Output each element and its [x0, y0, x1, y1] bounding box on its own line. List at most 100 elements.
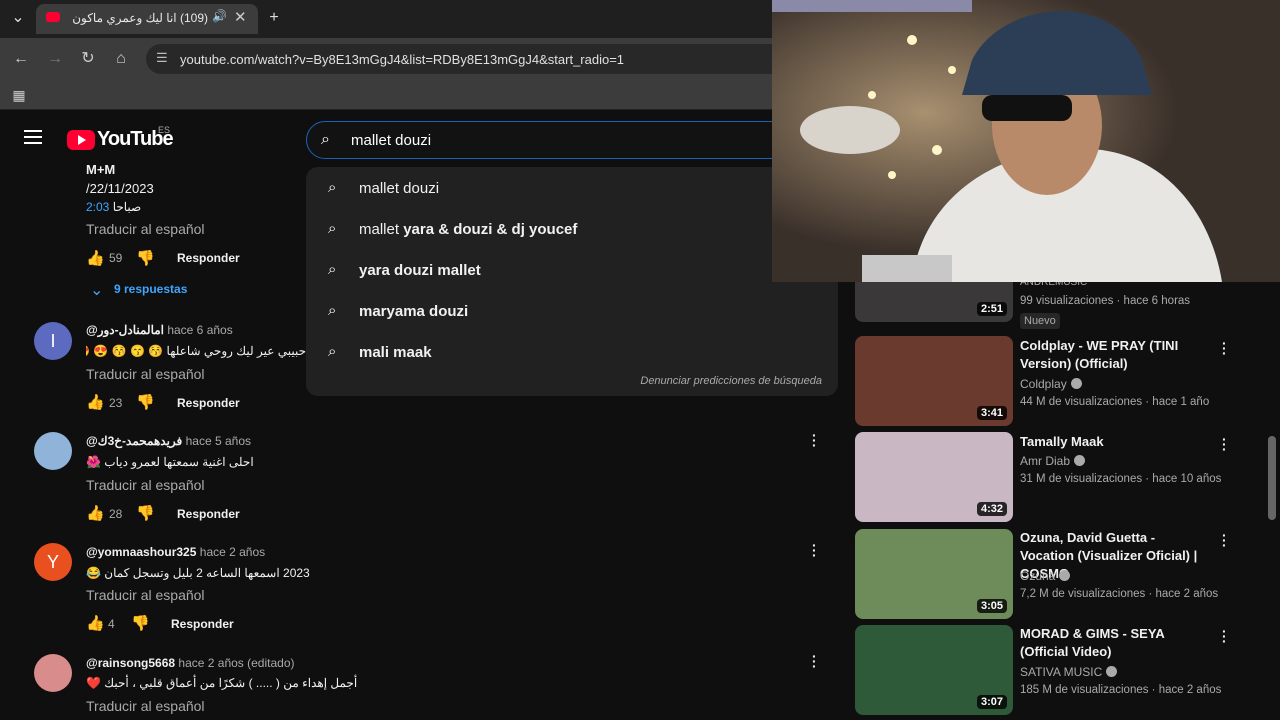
youtube-favicon-icon — [46, 12, 60, 22]
dislike-icon[interactable]: 👎 — [136, 249, 155, 267]
avatar[interactable]: I — [34, 322, 72, 360]
dislike-icon[interactable]: 👎 — [131, 614, 150, 632]
avatar[interactable] — [34, 654, 72, 692]
reply-button[interactable]: Responder — [177, 396, 240, 410]
video-duration: 3:41 — [976, 406, 1007, 420]
suggestion-item[interactable]: ⌕ mallet douzi — [306, 169, 838, 209]
chevron-down-icon[interactable]: ⌄ — [90, 280, 103, 300]
new-tab-icon[interactable]: + — [262, 6, 286, 30]
dislike-icon[interactable]: 👎 — [136, 504, 155, 522]
translate-link[interactable]: Traducir al español — [86, 221, 205, 237]
video-channel[interactable]: SATIVA MUSIC — [1020, 665, 1118, 679]
more-actions-icon[interactable]: · · · — [1222, 336, 1227, 360]
suggestion-item[interactable]: ⌕ yara douzi mallet — [306, 251, 838, 291]
speaker-icon[interactable]: 🔊 — [212, 9, 227, 23]
comment-text: 2023 اسمعها الساعه 2 بليل وتسجل كمان 😂 — [86, 566, 310, 580]
search-value: mallet douzi — [351, 132, 432, 149]
video-thumbnail[interactable]: 3:07 — [855, 625, 1013, 715]
avatar[interactable] — [34, 432, 72, 470]
video-title[interactable]: Coldplay - WE PRAY (TINI Version) (Offic… — [1020, 337, 1210, 373]
tab-title: (109) انا ليك وعمري ماكون ليا — [68, 11, 208, 25]
search-suggestions: ⌕ mallet douzi ⌕ mallet yara & douzi & d… — [306, 167, 838, 396]
dislike-icon[interactable]: 👎 — [136, 393, 155, 411]
video-duration: 2:51 — [976, 302, 1007, 316]
search-input[interactable]: ⌕ mallet douzi — [306, 121, 786, 159]
comment-author[interactable]: @امالمنادل-دور — [86, 323, 164, 337]
comment-author[interactable]: @yomnaashour325 — [86, 545, 196, 559]
video-meta: 99 visualizaciones · hace 6 horas — [1020, 295, 1191, 307]
site-info-icon[interactable]: ☰ — [156, 50, 168, 66]
youtube-logo-icon[interactable] — [67, 130, 95, 150]
comment-text: أجمل إهداء من ( ..... ) شكرًا من أعماق ق… — [86, 676, 358, 690]
scrollbar[interactable] — [1268, 436, 1276, 520]
video-channel[interactable]: Ozuna — [1020, 569, 1071, 583]
forward-icon[interactable]: → — [44, 48, 66, 70]
search-icon: ⌕ — [328, 302, 337, 319]
home-icon[interactable]: ⌂ — [110, 48, 132, 70]
more-actions-icon[interactable]: · · · — [812, 538, 817, 562]
verified-icon — [1070, 378, 1082, 389]
search-icon: ⌕ — [328, 179, 337, 196]
avatar[interactable]: Y — [34, 543, 72, 581]
like-icon[interactable]: 👍 — [86, 614, 105, 632]
comment-time[interactable]: hace 2 años (editado) — [178, 656, 294, 670]
video-duration: 3:05 — [976, 599, 1007, 613]
report-predictions-link[interactable]: Denunciar predicciones de búsqueda — [640, 375, 822, 387]
video-meta: 31 M de visualizaciones · hace 10 años — [1020, 473, 1222, 485]
translate-link[interactable]: Traducir al español — [86, 366, 205, 382]
comment-time[interactable]: hace 6 años — [167, 323, 232, 337]
comment-text-line: M+M — [86, 162, 116, 177]
comment-text-line: /22/11/2023 — [86, 181, 154, 196]
suggestion-item[interactable]: ⌕ mali maak — [306, 333, 838, 373]
search-icon: ⌕ — [328, 343, 337, 360]
webcam-overlay — [772, 0, 1280, 282]
suggestion-item[interactable]: ⌕ maryama douzi — [306, 292, 838, 332]
apps-grid-icon[interactable]: ▦ — [8, 84, 30, 106]
translate-link[interactable]: Traducir al español — [86, 587, 205, 603]
more-actions-icon[interactable]: · · · — [812, 649, 817, 673]
reply-button[interactable]: Responder — [177, 251, 240, 265]
more-actions-icon[interactable]: · · · — [812, 428, 817, 452]
video-channel[interactable]: Coldplay — [1020, 377, 1082, 391]
comment-author[interactable]: @فريدهمحمد-خ3ك — [86, 434, 182, 448]
replies-toggle[interactable]: 9 respuestas — [114, 282, 187, 296]
menu-icon[interactable] — [24, 130, 42, 144]
comment-author[interactable]: @rainsong5668 — [86, 656, 175, 670]
video-channel[interactable]: Amr Diab — [1020, 454, 1086, 468]
browser-tab[interactable]: (109) انا ليك وعمري ماكون ليا 🔊 ✕ — [36, 4, 258, 34]
video-thumbnail[interactable]: 3:41 — [855, 336, 1013, 426]
comment-header: @فريدهمحمد-خ3ك hace 5 años — [86, 434, 251, 448]
like-count: 4 — [108, 617, 115, 631]
search-icon: ⌕ — [328, 220, 337, 237]
comment-text: احلى اغنية سمعتها لعمرو دياب 🌺 — [86, 455, 254, 469]
video-title[interactable]: MORAD & GIMS - SEYA (Official Video) — [1020, 625, 1210, 661]
video-thumbnail[interactable]: 2:51 — [855, 282, 1013, 322]
comment-time[interactable]: hace 2 años — [200, 545, 265, 559]
like-icon[interactable]: 👍 — [86, 393, 105, 411]
url-text: youtube.com/watch?v=By8E13mGgJ4&list=RDB… — [180, 52, 625, 67]
like-icon[interactable]: 👍 — [86, 504, 105, 522]
close-tab-icon[interactable]: ✕ — [234, 8, 247, 26]
translate-link[interactable]: Traducir al español — [86, 698, 205, 714]
verified-icon — [1074, 455, 1086, 466]
like-icon[interactable]: 👍 — [86, 249, 105, 267]
like-count: 23 — [109, 396, 123, 410]
reply-button[interactable]: Responder — [177, 507, 240, 521]
more-actions-icon[interactable]: · · · — [1222, 624, 1227, 648]
tab-search-icon[interactable]: ⌄ — [6, 6, 30, 30]
video-meta: 44 M de visualizaciones · hace 1 año — [1020, 396, 1210, 408]
more-actions-icon[interactable]: · · · — [1222, 432, 1227, 456]
video-duration: 4:32 — [976, 502, 1007, 516]
video-thumbnail[interactable]: 4:32 — [855, 432, 1013, 522]
video-title[interactable]: Tamally Maak — [1020, 433, 1210, 451]
video-thumbnail[interactable]: 3:05 — [855, 529, 1013, 619]
translate-link[interactable]: Traducir al español — [86, 477, 205, 493]
suggestion-item[interactable]: ⌕ mallet yara & douzi & dj youcef — [306, 210, 838, 250]
comment-time[interactable]: hace 5 años — [186, 434, 251, 448]
back-icon[interactable]: ← — [10, 48, 32, 70]
reload-icon[interactable]: ↻ — [77, 48, 99, 70]
reply-button[interactable]: Responder — [171, 617, 234, 631]
comment-header: @yomnaashour325 hace 2 años — [86, 545, 265, 559]
more-actions-icon[interactable]: · · · — [1222, 528, 1227, 552]
timestamp-link[interactable]: 2:03 — [86, 200, 109, 214]
